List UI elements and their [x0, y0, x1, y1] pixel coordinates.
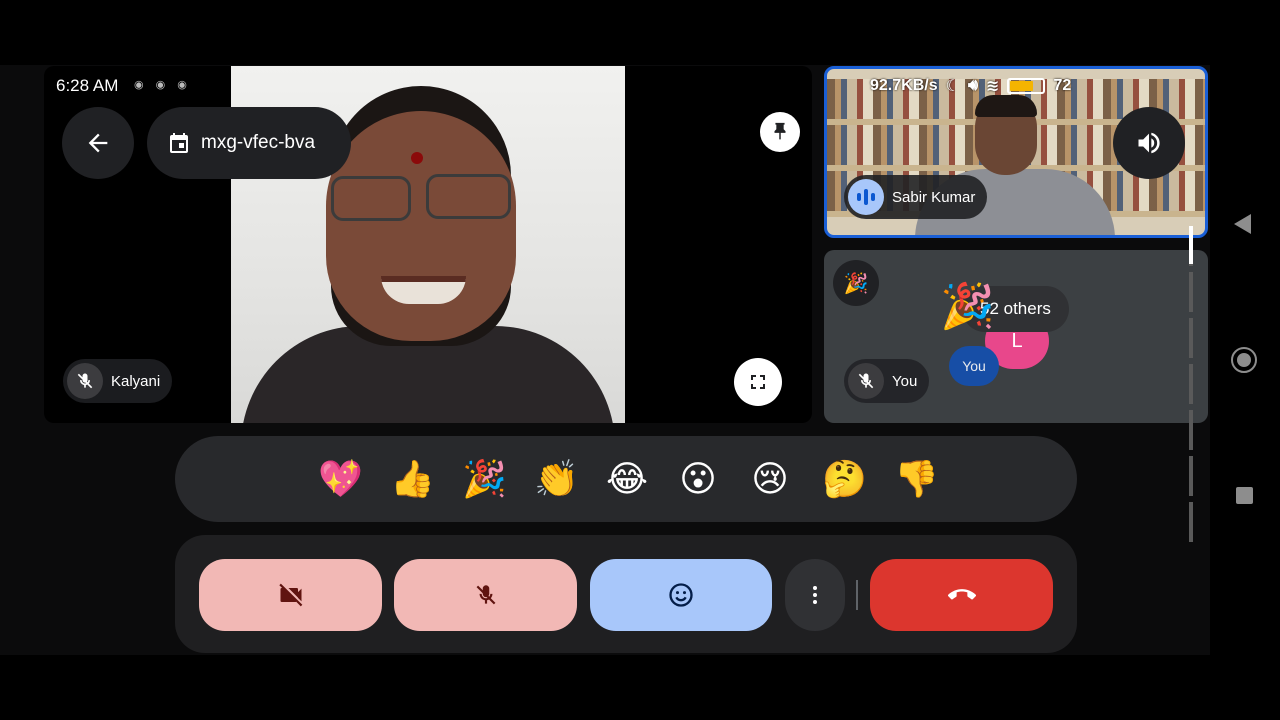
- self-avatar-label: You: [962, 358, 986, 374]
- main-participant-name: Kalyani: [111, 372, 161, 390]
- battery-percent: 72: [1053, 77, 1072, 94]
- camera-toggle-button[interactable]: [199, 559, 382, 631]
- wifi-icon: ≋: [986, 78, 1000, 95]
- reaction-emoji-button[interactable]: 👎: [894, 459, 939, 499]
- reactions-bar: 💖 👍 🎉 👏 😂 😮 😢 🤔 👎: [175, 436, 1077, 522]
- reaction-emoji-button[interactable]: 😮: [678, 459, 718, 499]
- reaction-emoji-button[interactable]: 💖: [318, 459, 363, 499]
- pin-button[interactable]: [760, 112, 800, 152]
- scrollbar-thumb[interactable]: [1189, 226, 1193, 264]
- self-name: You: [892, 372, 918, 390]
- network-speed: 92.7KB/s: [870, 77, 938, 94]
- mic-off-icon: [848, 363, 884, 399]
- end-call-button[interactable]: [870, 559, 1053, 631]
- battery-icon: [1007, 78, 1046, 94]
- reaction-emoji-button[interactable]: 😢: [750, 459, 790, 499]
- mic-toggle-button[interactable]: [394, 559, 577, 631]
- pin-icon: [774, 122, 786, 140]
- mic-off-icon: [67, 363, 103, 399]
- controls-divider: [856, 580, 858, 610]
- end-call-icon: [947, 589, 976, 600]
- speaker-participant-chip: Sabir Kumar: [844, 175, 988, 219]
- speaker-name: Sabir Kumar: [892, 188, 976, 206]
- reactions-button[interactable]: [590, 559, 772, 631]
- reaction-emoji-button[interactable]: 👏: [534, 459, 579, 499]
- main-participant-chip: Kalyani: [63, 359, 173, 403]
- fullscreen-button[interactable]: [734, 358, 782, 406]
- device-status-bar: 92.7KB/s ☾ 🔊︎ ≋ 72: [870, 76, 1071, 96]
- more-options-button[interactable]: [785, 559, 845, 631]
- camera-off-icon: [278, 583, 302, 607]
- moon-icon: ☾: [945, 78, 960, 95]
- self-participant-chip: You: [844, 359, 930, 403]
- meeting-code: mxg-vfec-bva: [201, 132, 316, 153]
- calendar-icon: [170, 133, 188, 153]
- self-avatar: You: [949, 346, 999, 386]
- status-notification-icons: ◉◉◉: [134, 79, 199, 91]
- reaction-emoji-button[interactable]: 😂: [606, 459, 648, 499]
- audio-output-button[interactable]: [1113, 107, 1185, 179]
- back-button[interactable]: [62, 107, 134, 179]
- speaking-indicator-icon: [848, 179, 884, 215]
- sound-icon: 🔊︎: [967, 77, 979, 94]
- party-reaction-icon: 🎉: [833, 260, 879, 306]
- emoji-icon: [669, 583, 693, 607]
- more-vert-icon: [813, 586, 817, 604]
- tiles-scrollbar[interactable]: [1189, 226, 1193, 542]
- mic-off-icon: [476, 585, 495, 605]
- reaction-emoji-button[interactable]: 👍: [390, 459, 435, 499]
- avatar-letter: L: [1011, 329, 1023, 352]
- party-popper-icon: 🎉: [940, 282, 995, 331]
- nav-back-icon[interactable]: [1234, 214, 1251, 234]
- fullscreen-icon: [751, 375, 765, 389]
- arrow-left-icon: [88, 133, 108, 153]
- meeting-info-button[interactable]: mxg-vfec-bva: [147, 107, 351, 179]
- status-time: 6:28 AM: [56, 76, 119, 95]
- nav-home-icon[interactable]: [1231, 347, 1257, 373]
- volume-icon: [1138, 132, 1160, 154]
- reaction-emoji-button[interactable]: 🎉: [462, 459, 507, 499]
- reaction-emoji-button[interactable]: 🤔: [822, 459, 867, 499]
- nav-recents-icon[interactable]: [1236, 487, 1253, 504]
